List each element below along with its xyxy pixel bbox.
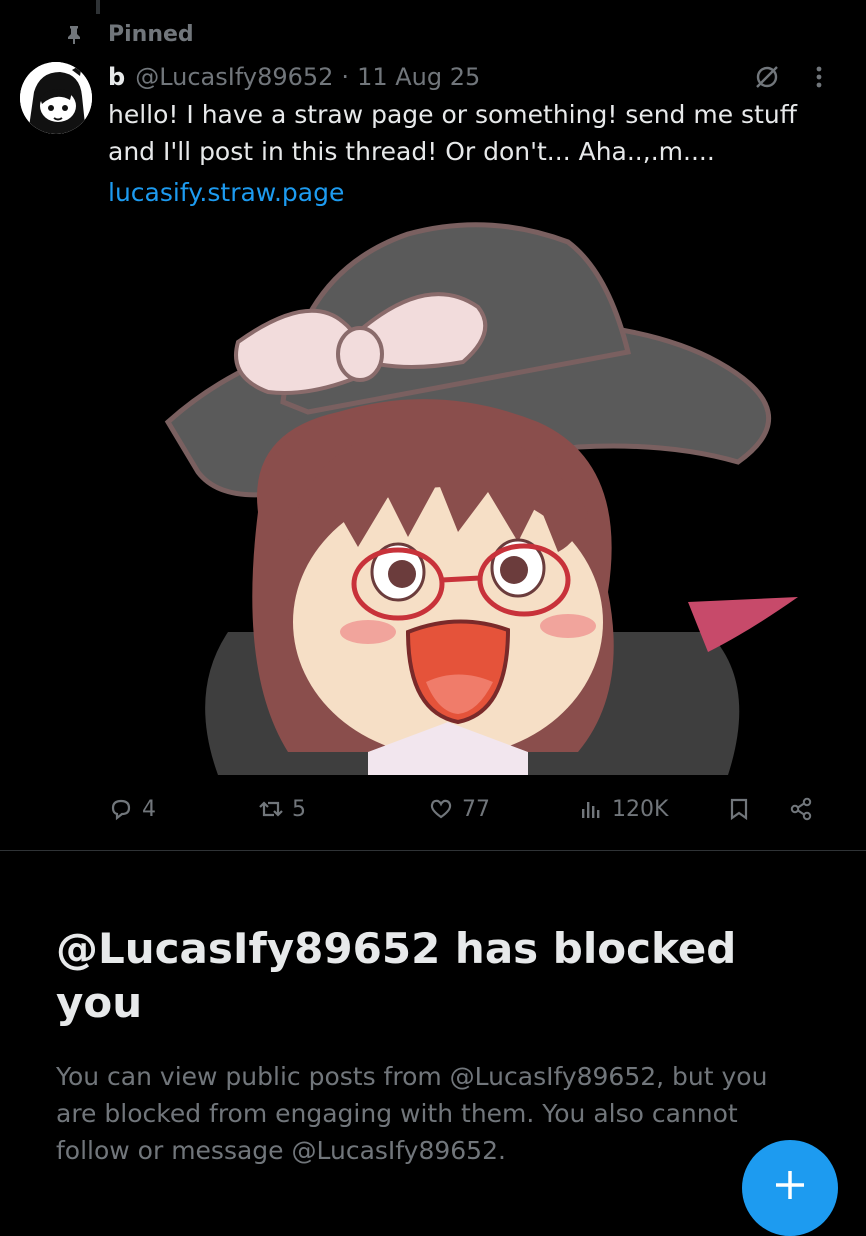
post-actions: 4 5 77 120K xyxy=(108,792,830,826)
blocked-title: @LucasIfy89652 has blocked you xyxy=(56,924,737,1027)
views-chart-icon xyxy=(582,802,600,818)
share-icon xyxy=(790,797,812,821)
views-count: 120K xyxy=(612,796,669,822)
display-name[interactable]: b xyxy=(108,63,125,91)
section-divider xyxy=(0,850,866,851)
post-link[interactable]: lucasify.straw.page xyxy=(108,174,344,211)
plus-icon xyxy=(776,1171,804,1199)
views-button[interactable]: 120K xyxy=(578,796,726,822)
heart-icon xyxy=(430,799,452,819)
reply-icon xyxy=(111,799,131,821)
compose-post-button[interactable] xyxy=(742,1140,838,1236)
share-button[interactable] xyxy=(788,796,814,822)
pin-icon xyxy=(68,26,80,44)
bookmark-button[interactable] xyxy=(726,796,788,822)
repost-button[interactable]: 5 xyxy=(258,796,428,822)
reply-button[interactable]: 4 xyxy=(108,796,258,822)
user-handle[interactable]: @LucasIfy89652 xyxy=(135,63,333,91)
post-date[interactable]: 11 Aug 25 xyxy=(357,63,480,91)
separator-dot: · xyxy=(341,63,350,91)
repost-icon xyxy=(259,801,283,817)
reply-count: 4 xyxy=(142,796,156,822)
pinned-indicator: Pinned xyxy=(64,20,194,48)
pinned-label: Pinned xyxy=(108,21,194,47)
grok-icon[interactable] xyxy=(754,64,780,90)
bookmark-icon xyxy=(730,798,748,821)
more-options-icon[interactable] xyxy=(806,64,832,90)
repost-count: 5 xyxy=(292,796,306,822)
blocked-description: You can view public posts from @LucasIfy… xyxy=(56,1062,768,1165)
like-count: 77 xyxy=(462,796,490,822)
like-button[interactable]: 77 xyxy=(428,796,578,822)
post-media-image[interactable] xyxy=(108,212,830,775)
post-text: hello! I have a straw page or something!… xyxy=(108,100,797,166)
thread-line xyxy=(96,0,100,14)
post-header: b @LucasIfy89652 · 11 Aug 25 xyxy=(108,60,832,94)
avatar[interactable] xyxy=(20,62,92,134)
